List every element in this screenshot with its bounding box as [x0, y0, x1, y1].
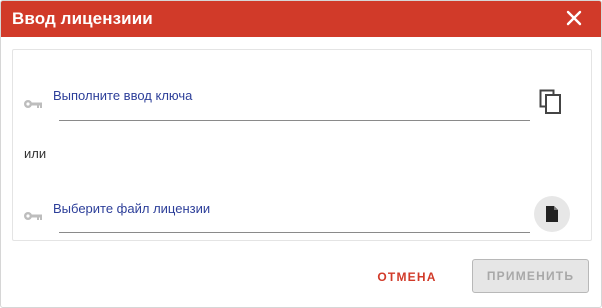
- license-key-underline: [59, 120, 530, 121]
- license-file-underline: [59, 232, 530, 233]
- license-dialog: Ввод лицензиии Выполните ввод ключа или …: [0, 0, 602, 308]
- file-select-button[interactable]: [534, 196, 570, 232]
- copy-icon[interactable]: [539, 89, 563, 115]
- key-icon: [23, 96, 43, 108]
- separator-text: или: [24, 146, 47, 161]
- license-key-input[interactable]: Выполните ввод ключа: [53, 88, 192, 103]
- dialog-content: Выполните ввод ключа или Выберите файл л…: [12, 49, 592, 241]
- cancel-button[interactable]: ОТМЕНА: [366, 263, 448, 291]
- key-icon: [23, 208, 43, 220]
- apply-button[interactable]: ПРИМЕНИТЬ: [472, 259, 589, 293]
- close-icon[interactable]: [565, 9, 583, 27]
- dialog-title: Ввод лицензиии: [12, 9, 153, 28]
- file-icon: [546, 206, 558, 222]
- dialog-titlebar: Ввод лицензиии: [1, 1, 601, 37]
- license-file-input[interactable]: Выберите файл лицензии: [53, 201, 210, 216]
